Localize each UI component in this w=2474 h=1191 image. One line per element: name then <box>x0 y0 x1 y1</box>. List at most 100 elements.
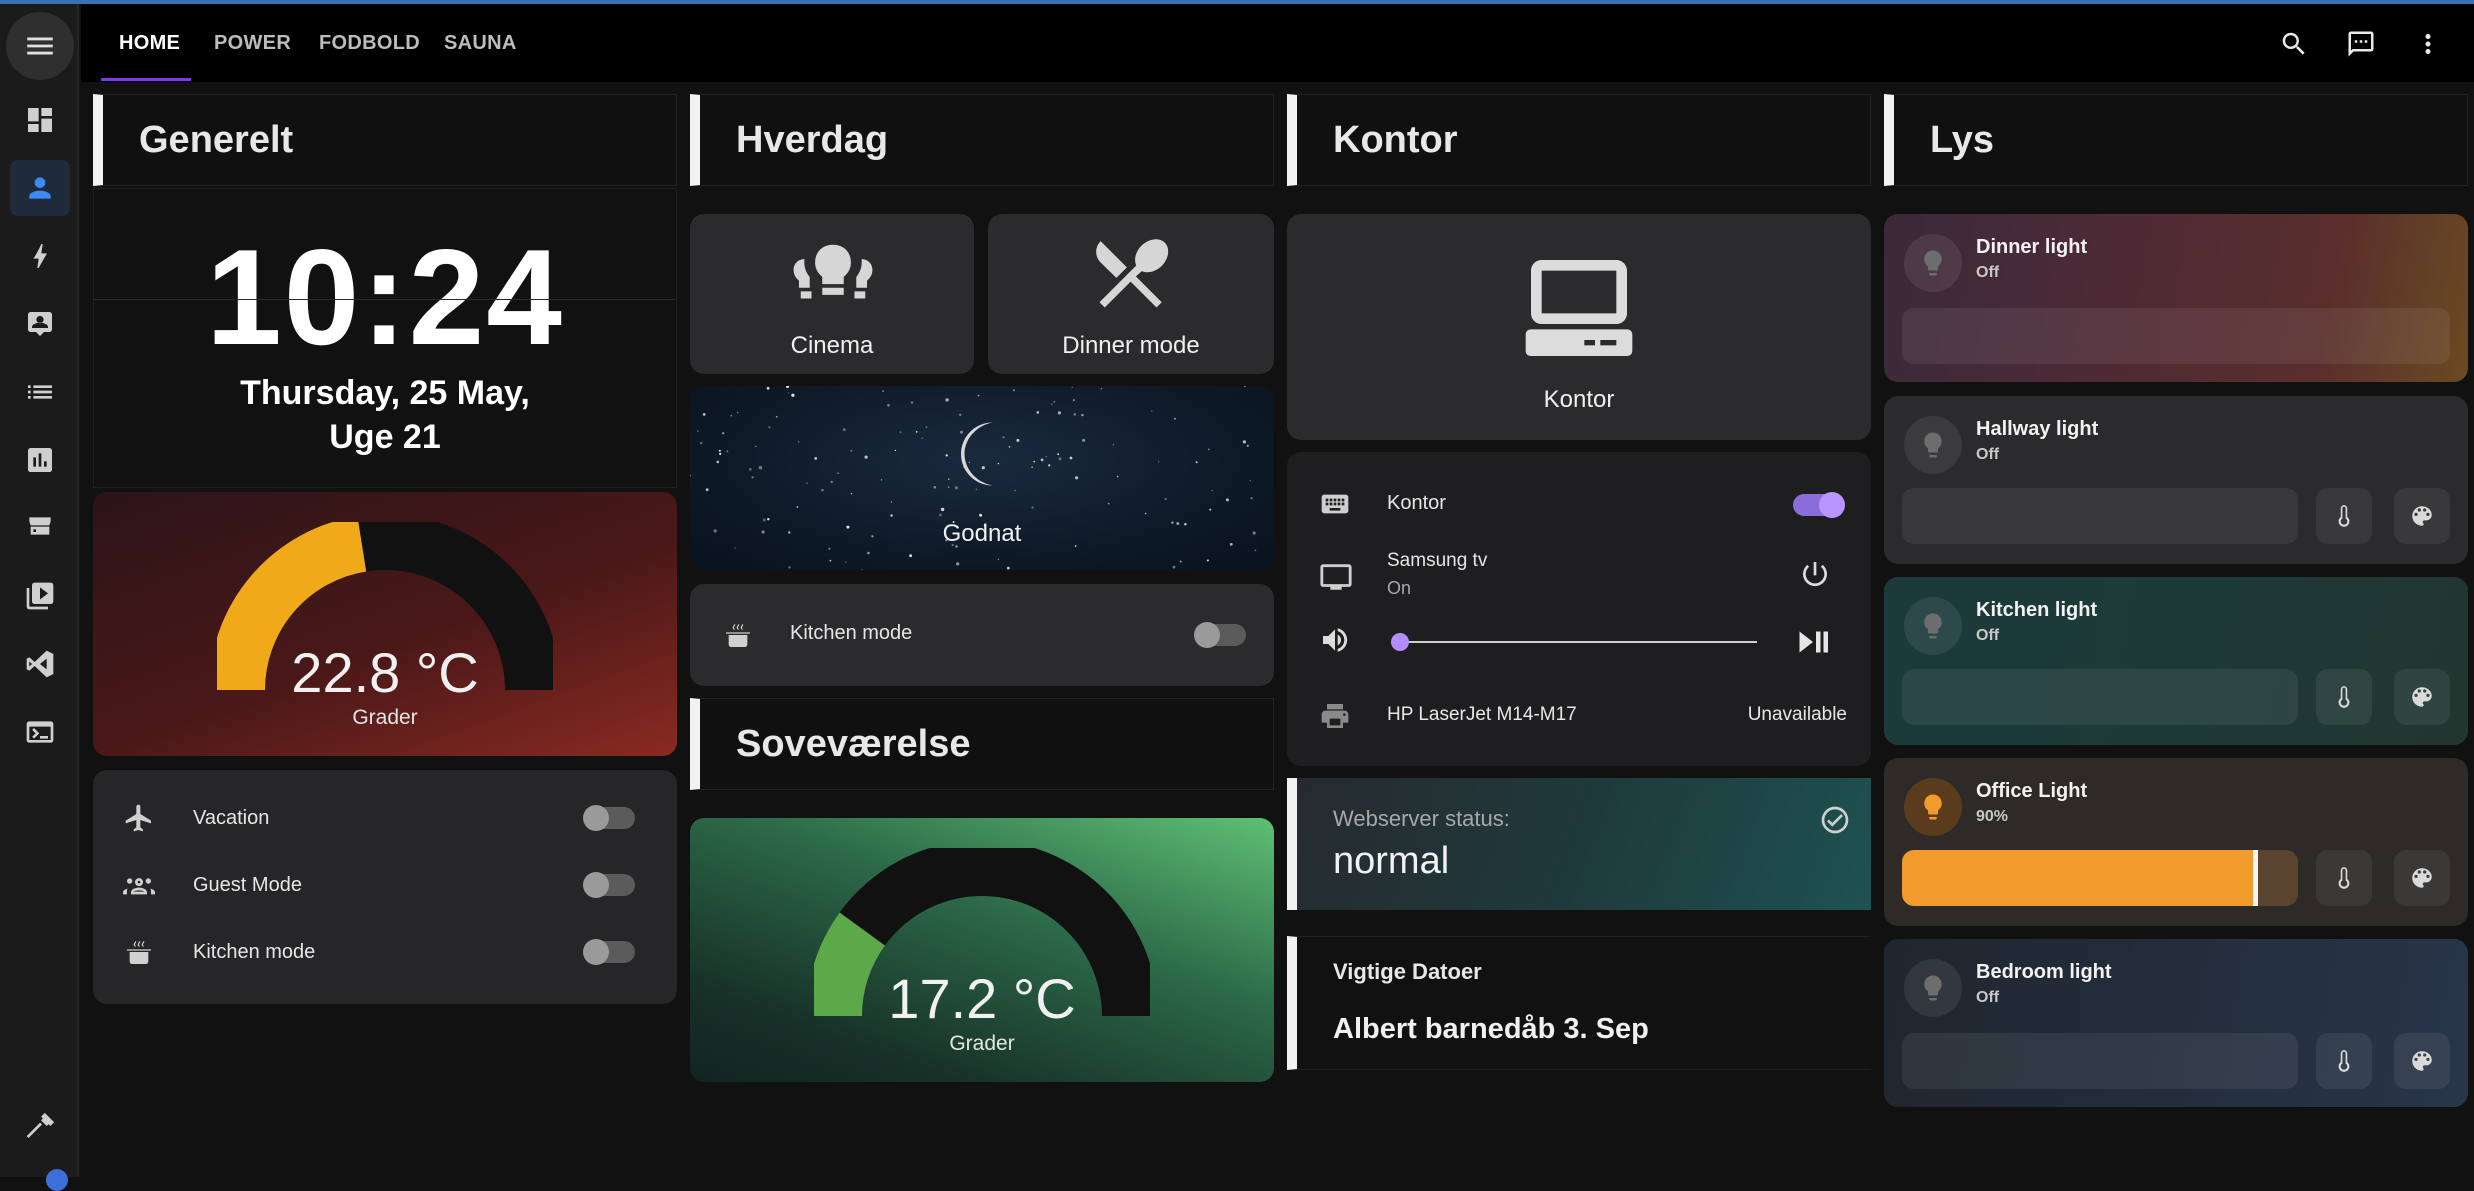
sidebar-item-logbook[interactable] <box>10 296 70 352</box>
tab-home[interactable]: HOME <box>119 4 180 82</box>
play-pause-icon[interactable] <box>1795 624 1831 660</box>
tab-power[interactable]: POWER <box>214 4 291 82</box>
dinner-light-card[interactable]: Dinner light Off <box>1884 214 2468 382</box>
kitchen-mode-card-toggle[interactable] <box>1194 622 1246 648</box>
dinner-mode-button[interactable]: Dinner mode <box>988 214 1274 374</box>
kitchen-mode-label: Kitchen mode <box>193 940 316 963</box>
bedroom-gauge-label: Grader <box>949 1032 1015 1055</box>
kitchen-light-bulb[interactable] <box>1904 597 1962 655</box>
star <box>1053 400 1056 403</box>
dinner-light-bulb[interactable] <box>1904 234 1962 292</box>
star <box>829 559 832 562</box>
kontor-switch-toggle[interactable] <box>1793 492 1845 518</box>
bedroom-light-color-button[interactable] <box>2394 1033 2450 1089</box>
star <box>945 398 949 402</box>
temperature-gauge-card[interactable]: 22.8 °C Grader <box>93 492 677 756</box>
tab-sauna[interactable]: SAUNA <box>444 4 517 82</box>
kitchen-mode-card[interactable]: Kitchen mode <box>690 584 1274 686</box>
star <box>755 445 757 448</box>
volume-icon[interactable] <box>1319 624 1351 656</box>
star <box>861 569 863 570</box>
star <box>925 426 928 429</box>
office-light-bulb[interactable] <box>1904 778 1962 836</box>
star <box>1100 388 1103 390</box>
webserver-status-card: Webserver status: normal <box>1287 778 1871 910</box>
lightning-icon <box>33 244 47 268</box>
sidebar-item-terminal[interactable] <box>10 704 70 760</box>
more-options-button[interactable] <box>2408 24 2448 64</box>
sidebar-item-overview[interactable] <box>10 92 70 148</box>
sidebar-item-media[interactable] <box>10 568 70 624</box>
vacation-row[interactable]: Vacation <box>123 796 647 840</box>
power-icon[interactable] <box>1799 558 1831 590</box>
bedroom-light-bulb[interactable] <box>1904 959 1962 1017</box>
hallway-light-bulb[interactable] <box>1904 416 1962 474</box>
kitchen-light-card[interactable]: Kitchen light Off <box>1884 577 2468 745</box>
sidebar-item-list[interactable] <box>10 364 70 420</box>
kontor-entities-card: Kontor Samsung tv On HP LaserJet M14-M17… <box>1287 452 1871 766</box>
star <box>690 564 694 568</box>
star <box>716 460 720 464</box>
star <box>722 432 725 435</box>
bedroom-temperature-card[interactable]: 17.2 °C Grader <box>690 818 1274 1082</box>
sidebar-item-developer-tools[interactable] <box>10 1098 70 1154</box>
thermometer-icon <box>2338 505 2350 527</box>
volume-slider-track[interactable] <box>1399 641 1757 643</box>
star <box>1012 389 1015 392</box>
office-light-name: Office Light <box>1976 780 2088 802</box>
guest-mode-toggle[interactable] <box>583 872 635 898</box>
star <box>1207 448 1210 451</box>
sidebar-item-person[interactable] <box>10 160 70 216</box>
hallway-light-name: Hallway light <box>1976 418 2099 440</box>
office-light-color-button[interactable] <box>2394 850 2450 906</box>
kitchen-mode-row[interactable]: Kitchen mode <box>123 930 647 974</box>
sidebar <box>0 4 79 1191</box>
kitchen-light-state: Off <box>1976 627 2000 644</box>
hallway-light-temperature-button[interactable] <box>2316 488 2372 544</box>
office-light-card[interactable]: Office Light 90% <box>1884 758 2468 926</box>
office-light-state: 90% <box>1976 808 2009 825</box>
lightbulb-icon <box>1924 432 1942 458</box>
office-light-brightness-slider[interactable] <box>1902 850 2298 906</box>
star <box>921 437 923 439</box>
sidebar-item-energy[interactable] <box>10 228 70 284</box>
kitchen-light-color-button[interactable] <box>2394 669 2450 725</box>
sidebar-item-hacs[interactable] <box>10 500 70 556</box>
star <box>850 449 853 452</box>
kitchen-light-temperature-button[interactable] <box>2316 669 2372 725</box>
hamburger-icon <box>27 37 53 55</box>
bedroom-light-temperature-button[interactable] <box>2316 1033 2372 1089</box>
hverdag-heading: Hverdag <box>690 94 1274 186</box>
guest-mode-row[interactable]: Guest Mode <box>123 863 647 907</box>
theater-icon <box>793 244 873 299</box>
bedroom-light-brightness-slider[interactable] <box>1902 1033 2298 1089</box>
samsung-tv-label[interactable]: Samsung tv <box>1387 550 1487 572</box>
godnat-button[interactable]: Godnat <box>690 386 1274 570</box>
office-light-temperature-button[interactable] <box>2316 850 2372 906</box>
dinner-light-brightness-slider[interactable] <box>1902 308 2450 364</box>
tab-fodbold[interactable]: FODBOLD <box>319 4 420 82</box>
search-button[interactable] <box>2274 24 2314 64</box>
bedroom-light-card[interactable]: Bedroom light Off <box>1884 939 2468 1107</box>
assist-button[interactable] <box>2341 24 2381 64</box>
hallway-light-brightness-slider[interactable] <box>1902 488 2298 544</box>
star <box>890 501 893 503</box>
sidebar-item-vscode[interactable] <box>10 636 70 692</box>
vacation-toggle[interactable] <box>583 805 635 831</box>
kitchen-light-brightness-slider[interactable] <box>1902 669 2298 725</box>
hallway-light-card[interactable]: Hallway light Off <box>1884 396 2468 564</box>
star <box>1144 512 1147 515</box>
dashboard-icon <box>28 108 52 132</box>
hallway-light-color-button[interactable] <box>2394 488 2450 544</box>
star <box>890 514 893 517</box>
notification-dot[interactable] <box>46 1169 68 1191</box>
star <box>1057 411 1061 415</box>
pot-icon <box>726 624 750 647</box>
kitchen-mode-toggle[interactable] <box>583 939 635 965</box>
menu-button[interactable] <box>6 12 74 80</box>
kontor-button[interactable]: Kontor <box>1287 214 1871 440</box>
cinema-button[interactable]: Cinema <box>690 214 974 374</box>
volume-slider-thumb[interactable] <box>1391 633 1409 651</box>
palette-icon <box>2412 506 2432 526</box>
sidebar-item-history[interactable] <box>10 432 70 488</box>
